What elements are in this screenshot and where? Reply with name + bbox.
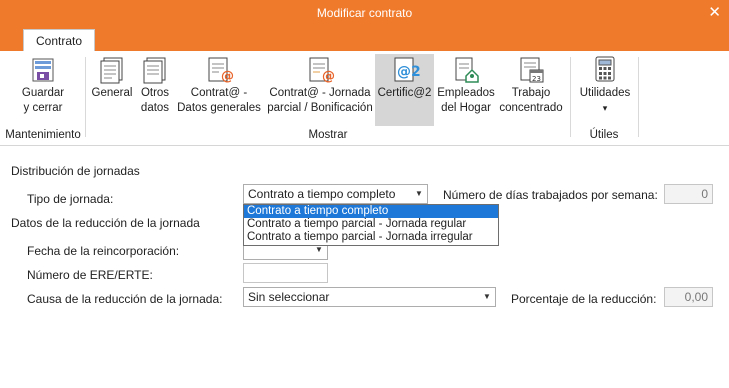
document-icon bbox=[100, 57, 123, 84]
group-separator bbox=[638, 57, 639, 137]
save-line1: Guardar bbox=[21, 87, 65, 99]
group-label-mostrar: Mostrar bbox=[308, 129, 348, 141]
group-label-mantenimiento: Mantenimiento bbox=[5, 129, 81, 141]
fecha-label: Fecha de la reincorporación: bbox=[27, 244, 180, 258]
causa-label: Causa de la reducción de la jornada: bbox=[27, 292, 223, 306]
ribbon: Guardar y cerrar General Otros datos @ C… bbox=[0, 51, 729, 146]
chevron-down-icon[interactable]: ▼ bbox=[411, 185, 427, 203]
contrata-icon: @ bbox=[309, 57, 335, 84]
tipo-jornada-label: Tipo de jornada: bbox=[27, 192, 114, 206]
utilidades-label: Utilidades bbox=[579, 87, 631, 99]
calculator-icon bbox=[595, 56, 615, 82]
section-distribucion: Distribución de jornadas bbox=[11, 164, 140, 178]
chevron-down-icon[interactable]: ▼ bbox=[479, 288, 495, 306]
contrata-datos-generales-button[interactable]: @ Contrat@ - Datos generales bbox=[175, 54, 263, 116]
svg-text:@2: @2 bbox=[397, 64, 420, 80]
document-icon bbox=[143, 57, 166, 84]
dropdown-option[interactable]: Contrato a tiempo parcial - Jornada irre… bbox=[244, 231, 498, 244]
svg-text:23: 23 bbox=[532, 75, 541, 83]
utilidades-button[interactable]: Utilidades ▾ bbox=[575, 54, 635, 116]
contrata1-line2: Datos generales bbox=[177, 102, 261, 114]
tipo-jornada-select[interactable]: Contrato a tiempo completo ▼ bbox=[243, 184, 428, 204]
window-title: Modificar contrato bbox=[316, 6, 413, 20]
tab-strip: Contrato bbox=[0, 27, 729, 52]
tipo-jornada-dropdown-list: Contrato a tiempo completo Contrato a ti… bbox=[243, 204, 499, 246]
group-label-utiles: Útiles bbox=[589, 129, 619, 141]
save-icon bbox=[32, 58, 54, 82]
group-separator bbox=[85, 57, 86, 137]
group-separator bbox=[570, 57, 571, 137]
dropdown-option[interactable]: Contrato a tiempo parcial - Jornada regu… bbox=[244, 218, 498, 231]
certifica2-button[interactable]: @2 Certific@2 bbox=[375, 54, 434, 126]
porcentaje-label: Porcentaje de la reducción: bbox=[511, 292, 657, 306]
porcentaje-input[interactable]: 0,00 bbox=[664, 287, 713, 307]
otros-datos-button[interactable]: Otros datos bbox=[136, 54, 174, 116]
empleados-line1: Empleados bbox=[437, 87, 495, 99]
svg-text:@: @ bbox=[221, 69, 234, 84]
general-button[interactable]: General bbox=[89, 54, 135, 101]
dias-input[interactable]: 0 bbox=[664, 184, 713, 204]
save-line2: y cerrar bbox=[23, 102, 63, 114]
chevron-down-icon: ▾ bbox=[602, 103, 608, 113]
tab-contrato[interactable]: Contrato bbox=[23, 29, 95, 52]
dias-label: Número de días trabajados por semana: bbox=[443, 188, 658, 202]
svg-text:@: @ bbox=[322, 69, 335, 84]
contrata2-line1: Contrat@ - Jornada bbox=[269, 87, 371, 99]
title-bar: Modificar contrato ✕ bbox=[0, 0, 729, 27]
ere-erte-input[interactable] bbox=[243, 263, 328, 283]
contrata2-line2: parcial / Bonificación bbox=[267, 102, 373, 114]
trabajo-line2: concentrado bbox=[499, 102, 563, 114]
section-reduccion: Datos de la reducción de la jornada bbox=[11, 216, 200, 230]
certifica-icon: @2 bbox=[394, 57, 420, 82]
contrata-jornada-parcial-button[interactable]: @ Contrat@ - Jornada parcial / Bonificac… bbox=[265, 54, 375, 116]
close-icon[interactable]: ✕ bbox=[708, 3, 721, 21]
empleados-line2: del Hogar bbox=[441, 102, 491, 114]
empleados-hogar-button[interactable]: Empleados del Hogar bbox=[436, 54, 496, 116]
general-label: General bbox=[91, 87, 133, 99]
certifica-label: Certific@2 bbox=[377, 87, 432, 99]
causa-reduccion-select[interactable]: Sin seleccionar ▼ bbox=[243, 287, 496, 307]
causa-value: Sin seleccionar bbox=[248, 290, 330, 304]
contrata1-line1: Contrat@ - bbox=[190, 87, 248, 99]
calendar-document-icon: 23 bbox=[520, 57, 544, 83]
trabajo-line1: Trabajo bbox=[511, 87, 551, 99]
contrata-icon: @ bbox=[208, 57, 234, 84]
otros-line2: datos bbox=[140, 102, 170, 114]
house-user-icon bbox=[455, 57, 479, 83]
save-and-close-button[interactable]: Guardar y cerrar bbox=[14, 54, 72, 116]
trabajo-concentrado-button[interactable]: 23 Trabajo concentrado bbox=[497, 54, 565, 116]
tipo-jornada-value: Contrato a tiempo completo bbox=[248, 187, 396, 201]
otros-line1: Otros bbox=[140, 87, 170, 99]
dropdown-option[interactable]: Contrato a tiempo completo bbox=[244, 205, 498, 218]
ere-label: Número de ERE/ERTE: bbox=[27, 268, 153, 282]
